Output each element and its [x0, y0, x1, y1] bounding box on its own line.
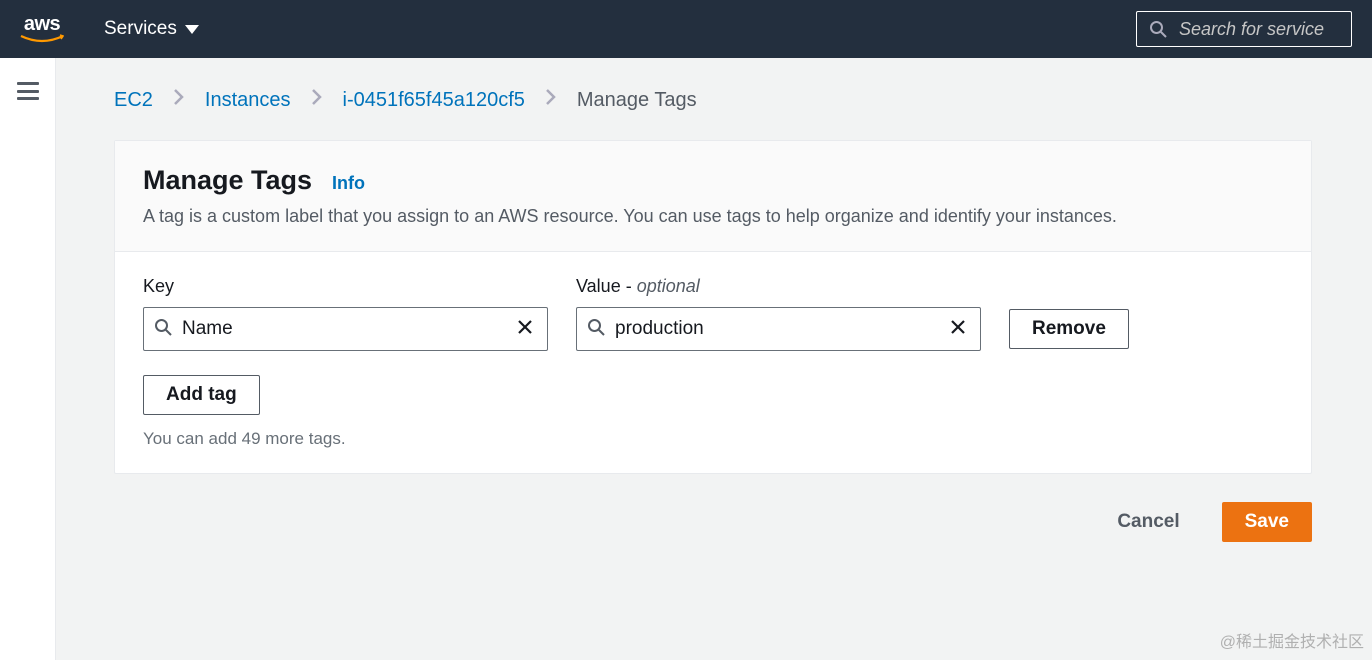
page-title: Manage Tags: [143, 165, 312, 196]
hamburger-icon[interactable]: [17, 82, 39, 100]
panel-body: Key V: [115, 252, 1311, 473]
breadcrumb-current: Manage Tags: [577, 89, 697, 112]
caret-down-icon: [185, 25, 199, 34]
tags-hint: You can add 49 more tags.: [143, 429, 1283, 449]
panel-header: Manage Tags Info A tag is a custom label…: [115, 141, 1311, 252]
left-rail: [0, 58, 56, 660]
global-search[interactable]: [1136, 11, 1352, 47]
aws-smile-icon: [20, 34, 64, 44]
breadcrumb-instance-id[interactable]: i-0451f65f45a120cf5: [343, 89, 525, 112]
breadcrumb-ec2[interactable]: EC2: [114, 89, 153, 112]
clear-key-icon[interactable]: [513, 315, 537, 344]
tag-key-input[interactable]: [182, 318, 503, 340]
add-tag-button[interactable]: Add tag: [143, 375, 260, 415]
tag-value-input[interactable]: [615, 318, 936, 340]
breadcrumb-instances[interactable]: Instances: [205, 89, 291, 112]
panel-description: A tag is a custom label that you assign …: [143, 206, 1283, 227]
breadcrumb: EC2 Instances i-0451f65f45a120cf5 Manage…: [114, 88, 1312, 112]
search-icon: [587, 318, 605, 341]
services-label: Services: [104, 18, 177, 40]
info-link[interactable]: Info: [332, 173, 365, 194]
remove-tag-button[interactable]: Remove: [1009, 309, 1129, 349]
search-icon: [1149, 20, 1167, 38]
chevron-right-icon: [545, 88, 557, 112]
search-input[interactable]: [1179, 19, 1339, 40]
aws-logo-text: aws: [24, 14, 60, 34]
tag-key-input-box[interactable]: [143, 307, 548, 351]
chevron-right-icon: [311, 88, 323, 112]
tag-value-input-box[interactable]: [576, 307, 981, 351]
save-button[interactable]: Save: [1222, 502, 1312, 542]
watermark: @稀土掘金技术社区: [1220, 628, 1364, 652]
cancel-button[interactable]: Cancel: [1095, 503, 1201, 541]
chevron-right-icon: [173, 88, 185, 112]
tag-value-label: Value - optional: [576, 276, 981, 297]
tag-row: Key V: [143, 276, 1283, 351]
search-icon: [154, 318, 172, 341]
services-menu-button[interactable]: Services: [104, 18, 199, 40]
main-content: EC2 Instances i-0451f65f45a120cf5 Manage…: [56, 58, 1372, 660]
top-nav: aws Services: [0, 0, 1372, 58]
footer-actions: Cancel Save: [114, 502, 1312, 542]
aws-logo[interactable]: aws: [20, 14, 64, 44]
manage-tags-panel: Manage Tags Info A tag is a custom label…: [114, 140, 1312, 474]
tag-key-field: Key: [143, 276, 548, 351]
tag-key-label: Key: [143, 276, 548, 297]
tag-value-field: Value - optional: [576, 276, 981, 351]
clear-value-icon[interactable]: [946, 315, 970, 344]
